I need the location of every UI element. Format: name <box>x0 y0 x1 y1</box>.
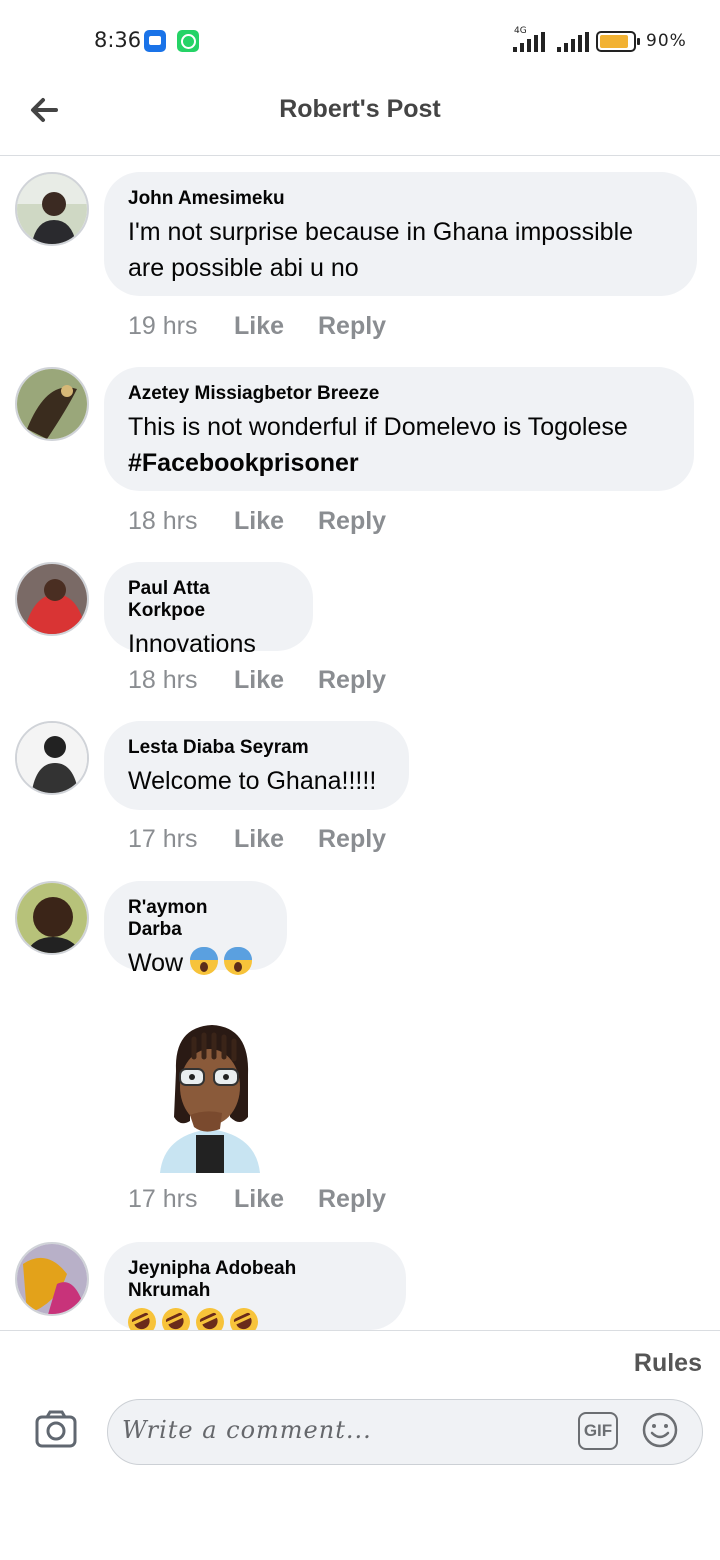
thinking-avatar-sticker[interactable] <box>150 1017 270 1173</box>
comment-input[interactable]: Write a comment... GIF <box>107 1399 703 1465</box>
reply-button[interactable]: Reply <box>318 666 386 695</box>
comment-text-body: Wow <box>128 949 184 977</box>
comment-actions: 19 hrs Like Reply <box>128 312 386 341</box>
comment-actions: 18 hrs Like Reply <box>128 507 386 536</box>
avatar[interactable] <box>15 721 89 795</box>
comment-time: 17 hrs <box>128 825 198 853</box>
like-button[interactable]: Like <box>234 825 318 854</box>
comment-author[interactable]: John Amesimeku <box>128 188 673 210</box>
comment-bubble: Jeynipha Adobeah Nkrumah <box>104 1242 406 1341</box>
comment-text: I'm not surprise because in Ghana imposs… <box>128 218 634 282</box>
comment-text-body: This is not wonderful if Domelevo is Tog… <box>128 413 628 441</box>
comment-time: 19 hrs <box>128 312 198 340</box>
header: Robert's Post <box>0 80 720 156</box>
battery-fill <box>600 35 628 48</box>
face-screaming-in-fear-icon <box>190 947 219 975</box>
comment-composer: Rules Write a comment... GIF <box>0 1330 720 1560</box>
comment-author[interactable]: Paul Atta Korkpoe <box>128 578 289 622</box>
reply-button[interactable]: Reply <box>318 312 386 341</box>
messages-icon <box>144 30 166 52</box>
emoji-icon[interactable] <box>641 1411 679 1449</box>
signal-icon-2 <box>557 32 593 52</box>
comment-actions: 17 hrs Like Reply <box>128 1185 386 1214</box>
comment-bubble: John Amesimeku I'm not surprise because … <box>104 172 697 296</box>
comment-text: Wow <box>128 945 263 981</box>
status-time: 8:36 <box>94 28 142 52</box>
like-button[interactable]: Like <box>234 1185 318 1214</box>
like-button[interactable]: Like <box>234 507 318 536</box>
comment-time: 18 hrs <box>128 666 198 694</box>
comment-text: Welcome to Ghana!!!!! <box>128 767 377 795</box>
reply-button[interactable]: Reply <box>318 507 386 536</box>
comment-text: This is not wonderful if Domelevo is Tog… <box>128 409 670 481</box>
avatar[interactable] <box>15 881 89 955</box>
comment-bubble: Lesta Diaba Seyram Welcome to Ghana!!!!! <box>104 721 409 810</box>
rules-link[interactable]: Rules <box>634 1349 702 1378</box>
reply-button[interactable]: Reply <box>318 825 386 854</box>
comment-author[interactable]: Azetey Missiagbetor Breeze <box>128 383 670 405</box>
reply-button[interactable]: Reply <box>318 1185 386 1214</box>
like-button[interactable]: Like <box>234 666 318 695</box>
comment-actions: 18 hrs Like Reply <box>128 666 386 695</box>
comment-input-placeholder: Write a comment... <box>122 1416 372 1444</box>
status-bar: 8:36 4G 90% <box>0 0 720 80</box>
avatar[interactable] <box>15 172 89 246</box>
battery-percent: 90% <box>646 31 687 51</box>
camera-icon[interactable] <box>34 1409 78 1449</box>
comment-author[interactable]: R'aymon Darba <box>128 897 263 941</box>
comment-bubble: Paul Atta Korkpoe Innovations <box>104 562 313 658</box>
comment-author[interactable]: Jeynipha Adobeah Nkrumah <box>128 1258 382 1302</box>
page-title: Robert's Post <box>279 95 441 123</box>
comment-text: Innovations <box>128 630 256 658</box>
signal-icon <box>513 32 549 52</box>
whatsapp-icon <box>177 30 199 52</box>
comment-author[interactable]: Lesta Diaba Seyram <box>128 737 385 759</box>
comment-time: 17 hrs <box>128 1185 198 1213</box>
comment-time: 18 hrs <box>128 507 198 535</box>
comment-bubble: Azetey Missiagbetor Breeze This is not w… <box>104 367 694 491</box>
comment-actions: 17 hrs Like Reply <box>128 825 386 854</box>
avatar[interactable] <box>15 1242 89 1316</box>
like-button[interactable]: Like <box>234 312 318 341</box>
gif-icon[interactable]: GIF <box>578 1412 618 1450</box>
avatar[interactable] <box>15 562 89 636</box>
comment-bubble: R'aymon Darba Wow <box>104 881 287 977</box>
avatar[interactable] <box>15 367 89 441</box>
battery-icon <box>596 31 640 52</box>
hashtag-link[interactable]: #Facebookprisoner <box>128 449 359 477</box>
face-screaming-in-fear-icon <box>224 947 253 975</box>
